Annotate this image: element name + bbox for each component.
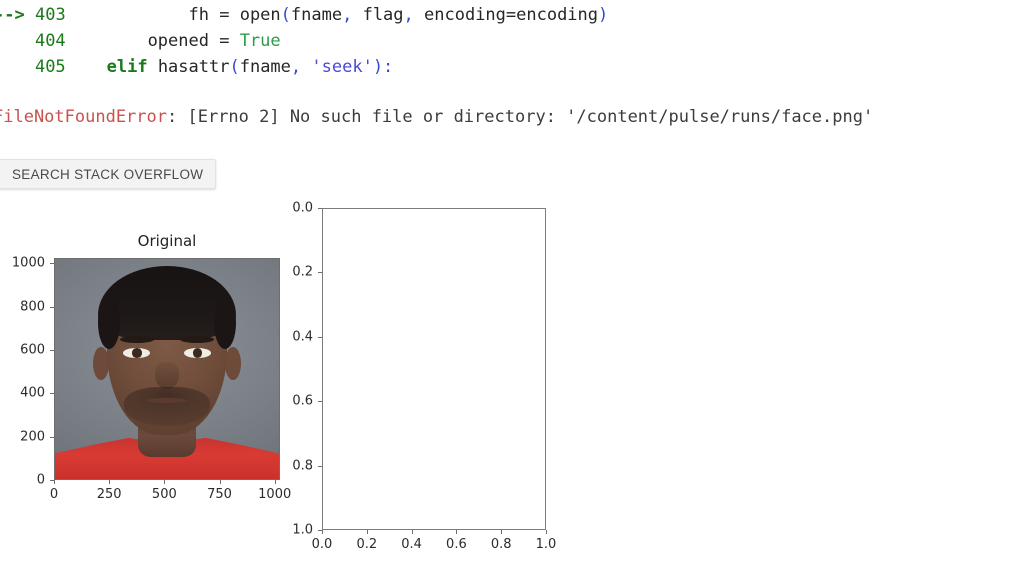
photo-eyebrow-left (119, 336, 154, 344)
y-tick-label: 1000 (11, 255, 45, 271)
code-punctuation: , (403, 5, 414, 25)
photo-eyebrow-right (180, 336, 215, 344)
y-tick-label: 0.8 (292, 458, 313, 474)
code-text: hasattr (147, 57, 230, 77)
y-tick-label: 0.6 (292, 393, 313, 409)
x-tick-label: 500 (151, 487, 177, 502)
code-punctuation: ( (280, 5, 291, 25)
photo-eye-left (123, 348, 151, 358)
x-tick-mark (164, 480, 166, 484)
photo-eye-right (183, 348, 211, 358)
exception-name: FileNotFoundError (0, 107, 167, 127)
image-plot-frame (54, 258, 280, 480)
code-string: 'seek' (301, 57, 373, 77)
exception-detail: : [Errno 2] No such file or directory: '… (167, 107, 874, 127)
code-punctuation: ( (229, 57, 240, 77)
y-tick-label: 400 (20, 385, 45, 401)
code-line-403: --> 403 fh = open(fname, flag, encoding=… (0, 2, 608, 28)
y-tick-label: 1.0 (292, 522, 313, 538)
code-arg: flag (352, 5, 404, 25)
y-tick-mark (318, 530, 322, 531)
photo-beard (124, 386, 210, 427)
x-tick-mark (501, 530, 503, 534)
x-tick-label: 1000 (258, 487, 292, 502)
x-tick-label: 1.0 (535, 537, 557, 552)
x-tick-label: 0 (49, 487, 59, 502)
x-tick-mark (54, 480, 55, 484)
code-arg: fname (290, 5, 343, 25)
current-frame-arrow: --> (0, 5, 25, 25)
y-tick-mark (318, 401, 322, 403)
y-tick-label: 600 (20, 342, 45, 358)
x-tick-mark (546, 530, 547, 534)
photo-hair-side-left (97, 296, 120, 350)
x-tick-mark (322, 530, 323, 534)
y-tick-label: 200 (20, 429, 45, 445)
axes-empty-plot: 0.0 0.2 0.4 0.6 0.8 1.0 0.0 0.2 0.4 0.6 0.8 1.0 (292, 201, 556, 553)
y-tick-mark (50, 349, 54, 351)
line-number: 403 (34, 5, 66, 25)
y-tick-mark (318, 208, 322, 209)
y-tick-mark (318, 465, 322, 467)
code-punctuation: , (342, 5, 353, 25)
x-tick-label: 750 (207, 487, 232, 502)
x-tick-label: 0.6 (446, 537, 467, 552)
x-tick-mark (456, 530, 458, 534)
line-number: 405 (34, 57, 66, 77)
y-tick-label: 800 (20, 299, 45, 315)
x-tick-label: 0.4 (401, 537, 422, 552)
matplotlib-figure: Original 0 250 500 750 1000 0 200 400 60… (0, 200, 1024, 576)
empty-plot-frame (322, 208, 546, 530)
y-tick-label: 0 (36, 472, 45, 488)
y-tick-label: 0.0 (292, 200, 313, 216)
code-text: opened = (147, 31, 240, 51)
photo-iris-left (132, 348, 142, 358)
search-stack-overflow-button[interactable]: SEARCH STACK OVERFLOW (0, 159, 217, 189)
y-tick-mark (50, 436, 54, 438)
code-arg: fname (239, 57, 291, 77)
x-tick-mark (219, 480, 221, 484)
y-tick-mark (50, 480, 54, 481)
axes-title: Original (137, 232, 197, 250)
code-keyword: elif (106, 57, 148, 77)
code-line-405: 405 elif hasattr(fname, 'seek'): (0, 54, 393, 80)
photo-iris-right (192, 348, 203, 358)
code-punctuation: , (290, 57, 302, 77)
x-tick-label: 0.2 (356, 537, 378, 552)
photo-ear-right (225, 347, 241, 380)
code-text: fh = (188, 5, 240, 25)
x-tick-mark (366, 530, 368, 534)
y-tick-mark (50, 306, 54, 308)
y-tick-mark (50, 263, 54, 265)
line-number: 404 (34, 31, 66, 51)
x-tick-mark (274, 480, 276, 484)
traceback-output: --> 403 fh = open(fname, flag, encoding=… (0, 0, 1024, 150)
code-punctuation: ) (598, 5, 609, 25)
portrait-photo (55, 259, 279, 479)
x-tick-label: 0.8 (490, 537, 512, 552)
search-stack-overflow-label: SEARCH STACK OVERFLOW (12, 166, 204, 182)
x-tick-label: 250 (96, 487, 122, 502)
code-punctuation: ): (372, 57, 394, 77)
code-arg: encoding=encoding (413, 5, 599, 25)
y-tick-mark (318, 272, 322, 274)
x-tick-label: 0.0 (311, 537, 333, 552)
code-boolean: True (239, 31, 281, 51)
y-tick-mark (50, 393, 54, 395)
code-function: open (239, 5, 281, 25)
x-tick-mark (109, 480, 111, 484)
error-message-line: FileNotFoundError: [Errno 2] No such fil… (0, 104, 873, 130)
y-tick-label: 0.4 (292, 329, 313, 345)
photo-nose (154, 362, 180, 389)
axes-original-image: Original 0 250 500 750 1000 0 200 400 60… (12, 232, 291, 502)
y-tick-mark (318, 336, 322, 338)
y-tick-label: 0.2 (292, 264, 313, 280)
code-line-404: 404 opened = True (0, 28, 281, 54)
x-tick-mark (411, 530, 413, 534)
